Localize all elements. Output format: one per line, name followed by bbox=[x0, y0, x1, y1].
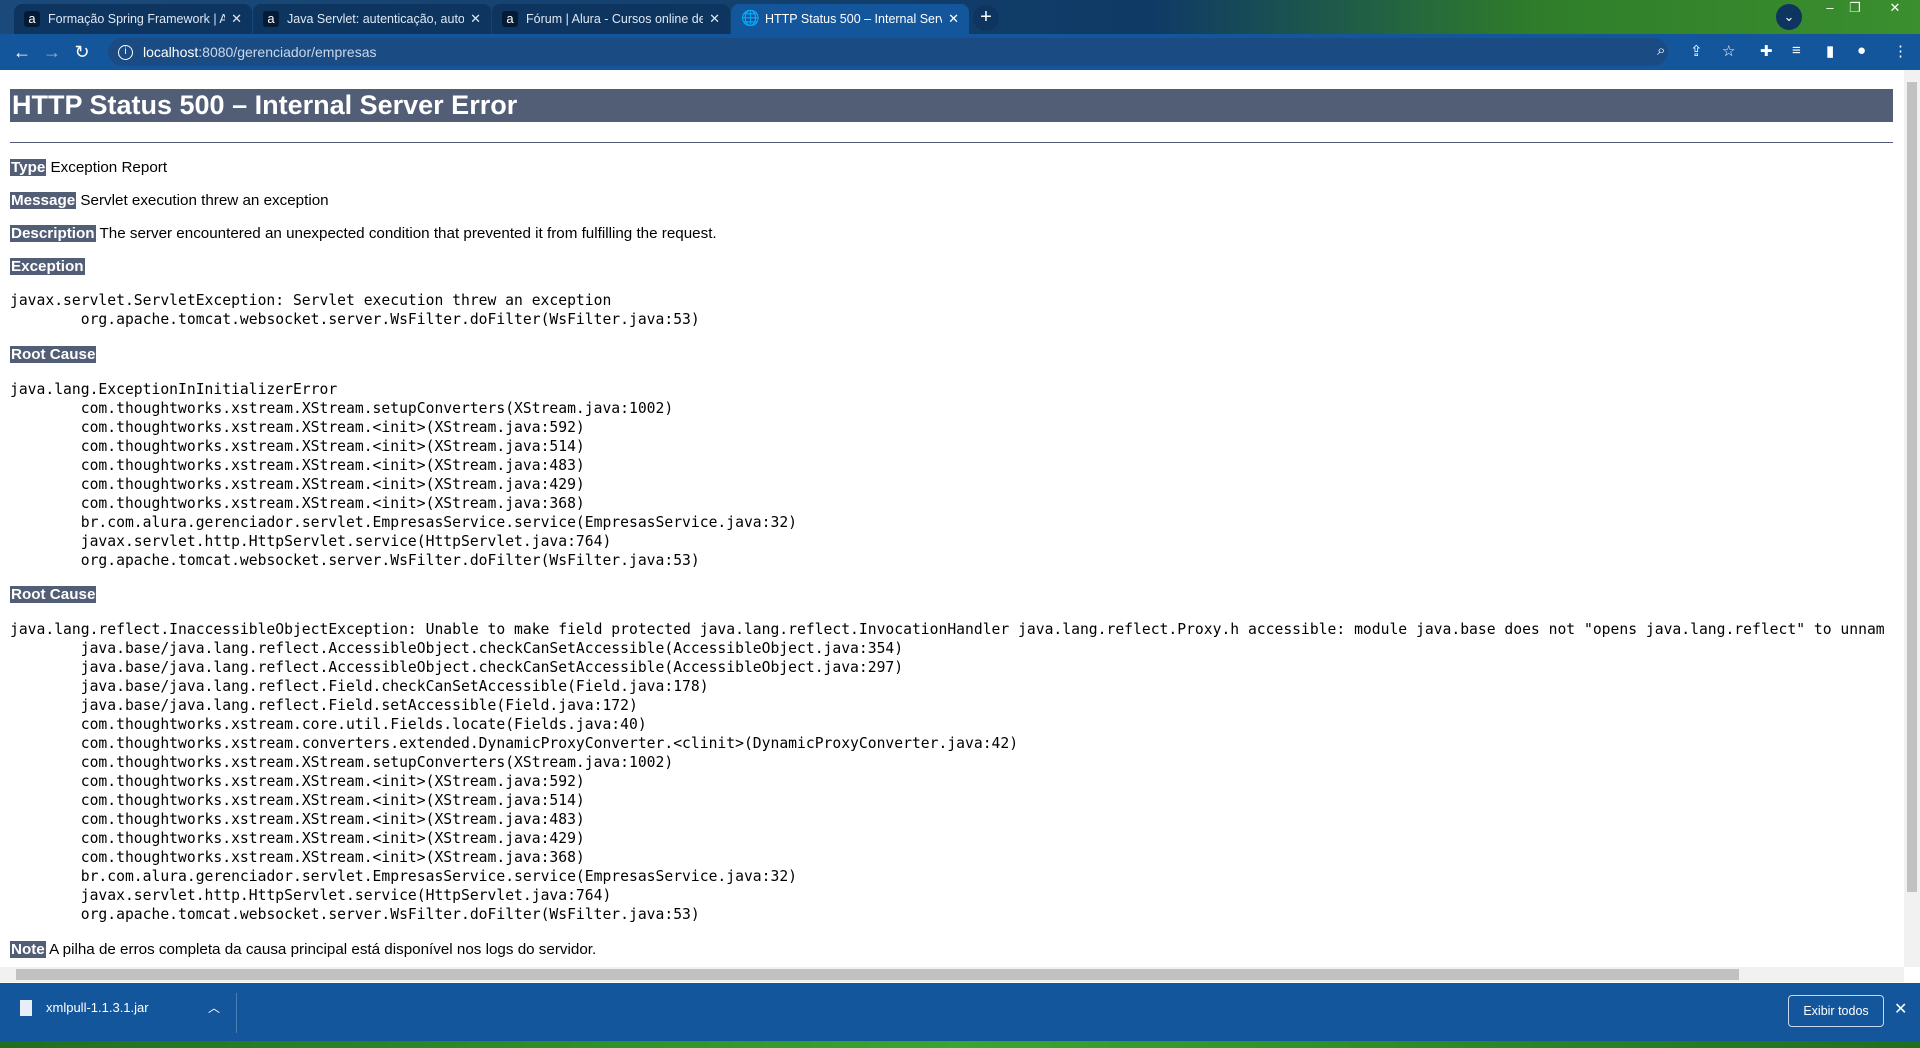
close-window-icon[interactable]: ✕ bbox=[1880, 0, 1910, 16]
close-icon[interactable]: ✕ bbox=[470, 11, 481, 27]
forward-icon[interactable]: → bbox=[37, 42, 67, 63]
alura-icon: a bbox=[502, 11, 518, 27]
show-all-button[interactable]: Exibir todos bbox=[1788, 995, 1884, 1027]
tab-strip: aFormação Spring Framework | Alura✕ aJav… bbox=[0, 0, 1920, 34]
page-title: HTTP Status 500 – Internal Server Error bbox=[10, 89, 1893, 122]
horizontal-scrollbar[interactable] bbox=[0, 967, 1904, 982]
vertical-scrollbar[interactable] bbox=[1904, 70, 1920, 967]
profile-icon[interactable]: ● bbox=[1857, 42, 1866, 59]
info-icon[interactable]: i bbox=[118, 44, 133, 60]
root-cause-trace-1: java.lang.ExceptionInInitializerError co… bbox=[10, 381, 798, 569]
download-bar: xmlpull-1.1.3.1.jar ︿ Exibir todos ✕ bbox=[0, 983, 1920, 1041]
zoom-icon[interactable]: ⌕ bbox=[1657, 42, 1665, 59]
close-icon[interactable]: ✕ bbox=[948, 11, 959, 27]
close-icon[interactable]: ✕ bbox=[1894, 999, 1907, 1019]
note-row: Note A pilha de erros completa da causa … bbox=[10, 941, 597, 958]
type-row: Type Exception Report bbox=[10, 159, 168, 176]
alura-icon: a bbox=[263, 11, 279, 27]
tab-servlet[interactable]: aJava Servlet: autenticação, autorização… bbox=[253, 4, 491, 34]
exception-heading: Exception bbox=[10, 258, 85, 275]
tab-spring[interactable]: aFormação Spring Framework | Alura✕ bbox=[14, 4, 252, 34]
share-icon[interactable]: ⇪ bbox=[1690, 42, 1703, 60]
tab-http-500[interactable]: 🌐HTTP Status 500 – Internal Server Error… bbox=[731, 4, 969, 34]
divider bbox=[236, 993, 237, 1033]
side-panel-icon[interactable]: ▮ bbox=[1826, 42, 1834, 60]
close-icon[interactable]: ✕ bbox=[709, 11, 720, 27]
root-cause-heading: Root Cause bbox=[10, 586, 97, 603]
scroll-thumb[interactable] bbox=[1907, 82, 1917, 892]
address-bar[interactable]: i localhost:8080/gerenciador/empresas bbox=[108, 38, 1668, 66]
tab-forum[interactable]: aFórum | Alura - Cursos online de tecnol… bbox=[492, 4, 730, 34]
root-cause-trace-2: java.lang.reflect.InaccessibleObjectExce… bbox=[10, 621, 1885, 923]
divider bbox=[10, 142, 1893, 143]
page-content: HTTP Status 500 – Internal Server Error … bbox=[0, 70, 1904, 967]
close-icon[interactable]: ✕ bbox=[231, 11, 242, 27]
new-tab-button[interactable]: + bbox=[973, 5, 999, 31]
back-icon[interactable]: ← bbox=[7, 42, 37, 63]
root-cause-heading: Root Cause bbox=[10, 346, 97, 363]
menu-icon[interactable]: ⋮ bbox=[1893, 42, 1908, 60]
reload-icon[interactable]: ↻ bbox=[67, 42, 97, 63]
globe-icon: 🌐 bbox=[741, 10, 760, 27]
scroll-thumb[interactable] bbox=[16, 969, 1739, 980]
tab-search-icon[interactable]: ⌄ bbox=[1776, 4, 1802, 30]
file-icon bbox=[20, 999, 32, 1016]
restore-icon[interactable]: ❐ bbox=[1840, 0, 1870, 16]
media-icon[interactable]: ≡ bbox=[1792, 42, 1801, 59]
star-icon[interactable]: ☆ bbox=[1722, 42, 1735, 60]
extensions-icon[interactable]: ✚ bbox=[1760, 42, 1773, 60]
alura-icon: a bbox=[24, 11, 40, 27]
description-row: Description The server encountered an un… bbox=[10, 225, 717, 242]
browser-toolbar: ← → ↻ i localhost:8080/gerenciador/empre… bbox=[0, 34, 1920, 70]
taskbar bbox=[0, 1041, 1920, 1048]
chevron-up-icon[interactable]: ︿ bbox=[208, 999, 220, 1016]
download-item[interactable]: xmlpull-1.1.3.1.jar ︿ bbox=[20, 999, 220, 1016]
message-row: Message Servlet execution threw an excep… bbox=[10, 192, 329, 209]
exception-trace: javax.servlet.ServletException: Servlet … bbox=[10, 292, 700, 328]
